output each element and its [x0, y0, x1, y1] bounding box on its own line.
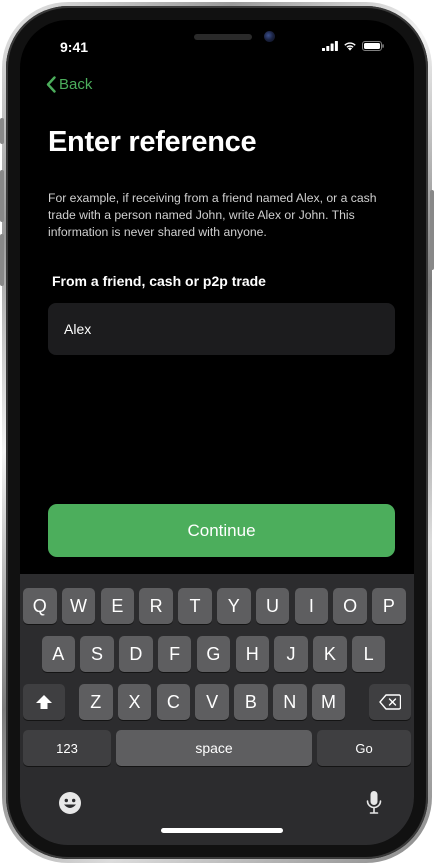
back-button[interactable]: Back: [46, 76, 92, 93]
key-z[interactable]: Z: [79, 684, 113, 720]
key-g[interactable]: G: [196, 636, 231, 672]
earpiece-speaker: [194, 34, 252, 40]
key-f[interactable]: F: [157, 636, 192, 672]
key-j[interactable]: J: [274, 636, 308, 672]
side-button-volume-down: [0, 234, 4, 286]
wifi-icon: [344, 42, 356, 51]
status-time: 9:41: [60, 39, 89, 55]
emoji-icon: [59, 792, 81, 814]
key-e[interactable]: E: [100, 588, 135, 624]
key-q[interactable]: Q: [23, 588, 57, 624]
side-button-volume-up: [0, 170, 4, 222]
key-b[interactable]: B: [234, 684, 268, 720]
key-o[interactable]: O: [333, 588, 367, 624]
key-a[interactable]: A: [41, 636, 75, 672]
side-button-power: [430, 190, 434, 270]
go-key[interactable]: Go: [317, 730, 411, 766]
numbers-key[interactable]: 123: [23, 730, 111, 766]
reference-field-label: From a friend, cash or p2p trade: [52, 273, 266, 289]
home-indicator[interactable]: [161, 828, 283, 833]
key-p[interactable]: P: [372, 588, 406, 624]
key-d[interactable]: D: [119, 636, 153, 672]
key-v[interactable]: V: [195, 684, 229, 720]
continue-button[interactable]: Continue: [48, 504, 395, 557]
phone-screen: 9:41 Back Enter reference For example, i…: [20, 20, 414, 845]
space-key[interactable]: space: [116, 730, 312, 766]
status-icons: [322, 41, 384, 51]
side-button-silent: [0, 118, 4, 144]
cellular-signal-icon: [322, 41, 338, 51]
key-i[interactable]: I: [294, 588, 329, 624]
key-w[interactable]: W: [61, 588, 96, 624]
emoji-button[interactable]: [58, 791, 82, 820]
key-m[interactable]: M: [311, 684, 346, 720]
shift-icon: [36, 695, 52, 709]
delete-icon: [379, 694, 401, 710]
battery-icon: [362, 41, 384, 51]
reference-input-value: Alex: [64, 321, 92, 337]
key-u[interactable]: U: [255, 588, 290, 624]
key-k[interactable]: K: [313, 636, 347, 672]
key-c[interactable]: C: [156, 684, 191, 720]
key-s[interactable]: S: [80, 636, 114, 672]
key-x[interactable]: X: [117, 684, 152, 720]
page-title: Enter reference: [48, 126, 257, 158]
chevron-left-icon: [46, 76, 56, 93]
reference-input[interactable]: Alex: [48, 303, 395, 355]
delete-key[interactable]: [369, 684, 411, 720]
back-label: Back: [59, 76, 93, 93]
key-h[interactable]: H: [235, 636, 269, 672]
front-camera: [264, 31, 275, 42]
key-t[interactable]: T: [178, 588, 212, 624]
key-n[interactable]: N: [273, 684, 307, 720]
microphone-icon: [366, 791, 382, 814]
keyboard: QWERTYUIOP ASDFGHJKL ZXCVBNM 123 space G…: [20, 574, 414, 845]
dictation-button[interactable]: [366, 790, 382, 821]
key-r[interactable]: R: [139, 588, 173, 624]
page-description: For example, if receiving from a friend …: [48, 191, 377, 239]
shift-key[interactable]: [23, 684, 65, 720]
key-l[interactable]: L: [351, 636, 386, 672]
key-y[interactable]: Y: [217, 588, 251, 624]
